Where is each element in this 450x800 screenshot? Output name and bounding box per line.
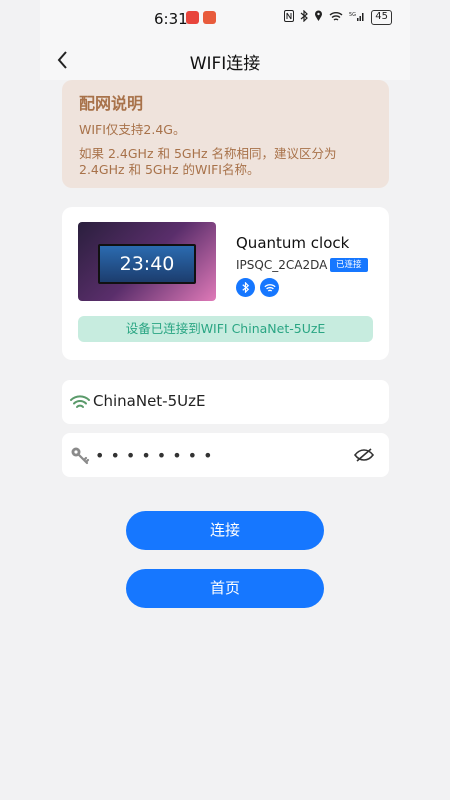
app-notification-icon bbox=[203, 11, 216, 24]
wifi-icon bbox=[260, 278, 279, 297]
app-notification-icon bbox=[186, 11, 199, 24]
password-input[interactable] bbox=[95, 443, 335, 467]
notice-line: 2.4GHz 和 5GHz 的WIFI名称。 bbox=[79, 162, 260, 177]
connected-message: 设备已连接到WIFI ChinaNet-5UzE bbox=[78, 316, 373, 342]
wifi-password-field bbox=[62, 433, 389, 477]
notice-title: 配网说明 bbox=[79, 94, 144, 113]
key-icon bbox=[69, 445, 91, 465]
svg-text:5G: 5G bbox=[349, 12, 356, 18]
signal-icon: 5G bbox=[349, 10, 365, 25]
device-card: 23:40 Quantum clock IPSQC_2CA2DA 已连接 设备已… bbox=[62, 207, 389, 360]
notice-card: 配网说明 WIFI仅支持2.4G。 如果 2.4GHz 和 5GHz 名称相同，… bbox=[62, 80, 389, 188]
status-icons: 5G 45 bbox=[284, 9, 392, 25]
wifi-ssid: ChinaNet-5UzE bbox=[93, 392, 206, 410]
wifi-icon bbox=[69, 392, 91, 412]
notice-line: WIFI仅支持2.4G。 bbox=[79, 122, 186, 137]
home-button[interactable]: 首页 bbox=[126, 569, 324, 608]
device-id: IPSQC_2CA2DA bbox=[236, 258, 328, 272]
notice-line: 如果 2.4GHz 和 5GHz 名称相同，建议区分为 bbox=[79, 146, 337, 161]
wifi-ssid-field[interactable]: ChinaNet-5UzE bbox=[62, 380, 389, 424]
device-screen-time: 23:40 bbox=[119, 253, 175, 275]
hide-password-icon[interactable] bbox=[353, 445, 375, 465]
device-screen: 23:40 bbox=[98, 244, 196, 284]
location-icon bbox=[314, 10, 323, 25]
page-title: WIFI连接 bbox=[189, 54, 261, 74]
device-name: Quantum clock bbox=[236, 234, 350, 252]
device-image: 23:40 bbox=[78, 222, 216, 301]
status-badge: 已连接 bbox=[330, 258, 368, 272]
connect-button[interactable]: 连接 bbox=[126, 511, 324, 550]
status-bar: 6:31 5G 45 bbox=[40, 0, 410, 40]
wifi-status-icon bbox=[329, 11, 343, 25]
nav-header: WIFI连接 bbox=[40, 40, 410, 80]
nfc-icon bbox=[284, 10, 295, 25]
bluetooth-icon bbox=[236, 278, 255, 297]
battery-indicator: 45 bbox=[371, 10, 392, 25]
bluetooth-icon bbox=[300, 9, 309, 25]
status-time: 6:31 bbox=[154, 10, 188, 28]
